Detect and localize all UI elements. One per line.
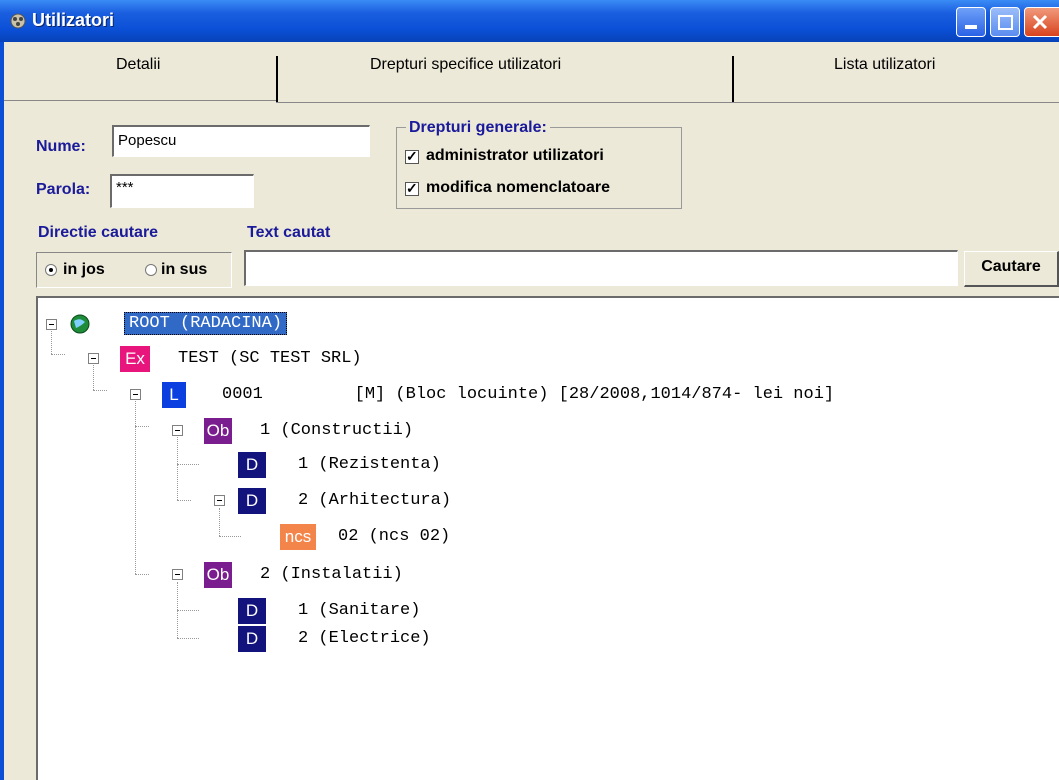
maximize-icon: [998, 15, 1013, 30]
tree-connector: [177, 464, 199, 465]
node-type-badge: D: [238, 452, 266, 478]
tree-connector: [93, 362, 94, 390]
directie-radio-group: in jos in sus: [36, 252, 232, 288]
search-input[interactable]: [244, 250, 958, 286]
administrator-checkbox[interactable]: ✓: [405, 148, 419, 164]
tab-divider: [732, 56, 734, 102]
modifica-label: modifica nomenclatoare: [426, 179, 611, 196]
collapse-icon[interactable]: [214, 495, 225, 506]
minimize-icon: [965, 25, 977, 29]
collapse-icon[interactable]: [130, 389, 141, 400]
administrator-label: administrator utilizatori: [426, 147, 604, 164]
maximize-button[interactable]: [990, 7, 1020, 37]
tree-connector: [219, 508, 220, 536]
minimize-button[interactable]: [956, 7, 986, 37]
nume-field[interactable]: Popescu: [112, 125, 370, 157]
tab-underline: [4, 100, 276, 101]
node-type-badge: D: [238, 488, 266, 514]
tab-detalii[interactable]: Detalii: [116, 56, 160, 74]
in-sus-radio[interactable]: [145, 264, 157, 276]
tree-node-label: ROOT (RADACINA): [124, 312, 288, 335]
nume-label: Nume:: [36, 138, 86, 155]
node-type-badge: Ob: [204, 562, 232, 588]
app-icon: [10, 13, 26, 29]
tab-divider: [276, 56, 278, 102]
tree-connector: [177, 610, 199, 611]
node-type-badge: D: [238, 598, 266, 624]
node-type-badge: ncs: [280, 524, 316, 550]
window-title: Utilizatori: [32, 10, 115, 30]
window-frame: [0, 42, 4, 780]
directie-cautare-label: Directie cautare: [38, 224, 159, 241]
collapse-icon[interactable]: [46, 319, 57, 330]
modifica-checkbox[interactable]: ✓: [405, 180, 419, 196]
title-bar[interactable]: Utilizatori: [0, 0, 1059, 42]
cautare-button[interactable]: Cautare: [964, 251, 1059, 287]
tree-connector: [177, 500, 191, 501]
parola-label: Parola:: [36, 181, 91, 198]
parola-field[interactable]: ***: [110, 174, 254, 208]
tree-connector: [177, 638, 199, 639]
tree-node-label: 1 (Rezistenta): [298, 455, 441, 474]
tree-connector: [177, 434, 178, 500]
tree-view[interactable]: ROOT (RADACINA) Ex TEST (SC TEST SRL) L …: [36, 296, 1059, 780]
tree-connector: [51, 354, 65, 355]
drepturi-generale-title: Drepturi generale:: [406, 119, 550, 137]
node-type-badge: D: [238, 626, 266, 652]
collapse-icon[interactable]: [172, 569, 183, 580]
tree-connector: [135, 398, 136, 574]
tree-node-label: 1 (Sanitare): [298, 601, 421, 620]
tree-node-label: 02 (ncs 02): [338, 527, 451, 546]
tab-underline: [276, 102, 1059, 103]
close-icon: [1032, 14, 1048, 30]
text-cautat-label: Text cautat: [247, 224, 331, 241]
tree-connector: [51, 328, 52, 354]
tree-node-label: 2 (Instalatii): [260, 565, 403, 584]
tree-connector: [219, 536, 241, 537]
check-mark-icon: ✓: [406, 180, 418, 196]
tree-node-label: 1 (Constructii): [260, 421, 414, 440]
tree-connector: [93, 390, 107, 391]
tab-bar: Detalii Drepturi specifice utilizatori L…: [4, 42, 1059, 102]
tree-node-label: 2 (Electrice): [298, 629, 431, 648]
tree-node-label: 0001 [M] (Bloc locuinte) [28/2008,1014/8…: [222, 385, 835, 404]
collapse-icon[interactable]: [88, 353, 99, 364]
tree-node-label: 2 (Arhitectura): [298, 491, 452, 510]
globe-icon: [70, 314, 90, 334]
node-type-badge: L: [162, 382, 186, 408]
tree-connector: [135, 426, 149, 427]
tab-lista-utilizatori[interactable]: Lista utilizatori: [834, 56, 935, 74]
tab-drepturi-specifice[interactable]: Drepturi specifice utilizatori: [370, 56, 561, 74]
close-button[interactable]: [1024, 7, 1059, 37]
tree-node-label: TEST (SC TEST SRL): [178, 349, 362, 368]
collapse-icon[interactable]: [172, 425, 183, 436]
in-jos-label: in jos: [63, 261, 105, 278]
check-mark-icon: ✓: [406, 148, 418, 164]
in-jos-radio[interactable]: [45, 264, 57, 276]
in-sus-label: in sus: [161, 261, 208, 278]
node-type-badge: Ob: [204, 418, 232, 444]
tree-connector: [135, 574, 149, 575]
node-type-badge: Ex: [120, 346, 150, 372]
